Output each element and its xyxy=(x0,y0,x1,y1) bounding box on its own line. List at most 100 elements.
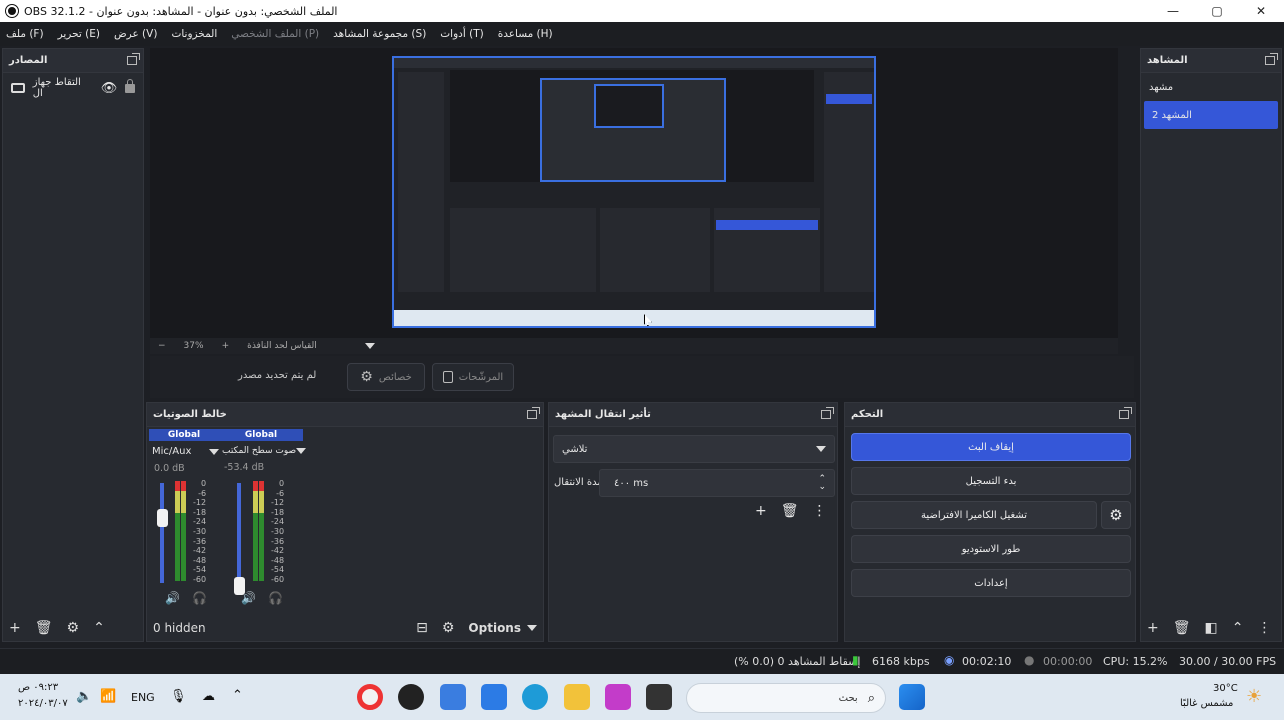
clock-date[interactable]: ٢٠٢٤/٠٣/٠٧ xyxy=(18,698,68,709)
clock-time[interactable]: ٠٩:٢٣ ص xyxy=(18,682,58,693)
spinner-icon[interactable]: ⌃ ⌄ xyxy=(818,475,826,492)
chevron-up-icon[interactable]: ⌃ xyxy=(232,688,243,703)
channel-name[interactable]: Mic/Aux xyxy=(149,446,219,457)
channel-name[interactable]: صوت سطح المكتب xyxy=(219,446,307,456)
eye-icon[interactable]: 👁 xyxy=(101,81,118,96)
nested-sources xyxy=(398,72,444,292)
volume-icon[interactable]: 🔈 xyxy=(76,689,92,704)
source-label: التقاط جهاز ال xyxy=(32,77,81,99)
terminal-icon[interactable] xyxy=(646,684,672,710)
trash-icon[interactable]: 🗑 xyxy=(1173,620,1191,636)
chevron-down-icon[interactable] xyxy=(296,448,307,454)
microphone-icon[interactable]: 🎙 xyxy=(170,689,187,704)
store-icon[interactable] xyxy=(481,684,507,710)
undock-icon[interactable] xyxy=(127,53,140,65)
preview-canvas[interactable] xyxy=(392,56,876,328)
undock-icon[interactable] xyxy=(821,407,834,419)
speaker-icon[interactable]: 🔊 xyxy=(165,591,180,605)
chrome-icon[interactable] xyxy=(357,684,383,710)
volume-slider[interactable] xyxy=(160,483,164,583)
studio-mode-button[interactable]: طور الاستوديو xyxy=(851,535,1131,563)
obs-icon[interactable] xyxy=(398,684,424,710)
close-button[interactable]: ✕ xyxy=(1239,0,1283,22)
menu-help[interactable]: مساعدة (H) xyxy=(498,28,553,40)
scale-dropdown-icon[interactable] xyxy=(364,343,375,349)
maximize-button[interactable]: ▢ xyxy=(1195,0,1239,22)
scenes-title: المشاهد xyxy=(1147,55,1188,66)
options-button[interactable]: Options xyxy=(468,621,537,635)
lock-icon[interactable] xyxy=(125,78,135,93)
add-transition-icon[interactable]: + xyxy=(755,503,767,519)
trash-icon[interactable]: 🗑 xyxy=(781,503,799,519)
edge-icon[interactable] xyxy=(522,684,548,710)
undock-icon[interactable] xyxy=(1265,53,1278,65)
virtual-camera-settings-icon[interactable]: ⚙ xyxy=(1101,501,1131,529)
scene-item-active[interactable]: المشهد 2 xyxy=(1144,101,1278,129)
start-recording-button[interactable]: بدء التسجيل xyxy=(851,467,1131,495)
wifi-icon[interactable]: 📶 xyxy=(100,689,116,704)
outlook-icon[interactable] xyxy=(440,684,466,710)
weather-temp[interactable]: 30°C xyxy=(1213,683,1238,694)
weather-desc[interactable]: مشمس غالبًا xyxy=(1180,698,1233,709)
zoom-out-icon[interactable]: − xyxy=(158,341,166,351)
more-options-icon[interactable]: ⋮ xyxy=(813,503,827,519)
language-indicator[interactable]: ENG xyxy=(131,691,155,704)
windows-start-icon[interactable] xyxy=(899,684,925,710)
menu-profile[interactable]: الملف الشخصي (P) xyxy=(231,28,319,40)
scene-item[interactable]: مشهد xyxy=(1141,73,1281,101)
scenes-header: المشاهد xyxy=(1141,49,1281,73)
stream-icon: ◉ xyxy=(944,653,955,667)
minimize-button[interactable]: — xyxy=(1151,0,1195,22)
gear-icon[interactable]: ⚙ xyxy=(67,620,80,636)
channel-db: -53.4 dB xyxy=(224,462,265,473)
duration-input[interactable]: ٤٠٠ ms ⌃ ⌄ xyxy=(599,469,835,497)
source-item[interactable]: التقاط جهاز ال 👁 xyxy=(3,73,143,103)
undock-icon[interactable] xyxy=(1119,407,1132,419)
mixer-settings-icon[interactable]: ⚙ xyxy=(442,620,455,636)
menu-edit[interactable]: تحرير (E) xyxy=(58,28,100,40)
volume-slider[interactable] xyxy=(237,483,241,583)
taskbar: ٠٩:٢٣ ص ٢٠٢٤/٠٣/٠٧ 🔈 📶 ENG 🎙 ☁ ⌃ بحث ⌕ 3… xyxy=(0,674,1284,720)
properties-button[interactable]: ⚙ خصائص xyxy=(347,363,425,391)
volume-knob[interactable] xyxy=(157,509,168,527)
copilot-icon[interactable] xyxy=(605,684,631,710)
menu-view[interactable]: عرض (V) xyxy=(114,28,157,40)
menu-file[interactable]: ملف (F) xyxy=(6,28,44,40)
nested-stop-button xyxy=(716,220,818,230)
nested-taskbar xyxy=(394,310,874,326)
add-source-icon[interactable]: + xyxy=(9,620,21,636)
zoom-in-icon[interactable]: + xyxy=(222,341,230,351)
search-box[interactable]: بحث ⌕ xyxy=(686,683,886,713)
layout-icon[interactable]: ⊟ xyxy=(416,620,428,636)
transition-value: تلاشي xyxy=(562,443,588,455)
weather-sun-icon[interactable]: ☀ xyxy=(1246,686,1262,707)
cloud-icon[interactable]: ☁ xyxy=(202,689,215,704)
chevron-down-icon[interactable] xyxy=(209,448,219,455)
more-options-icon[interactable]: ⋮ xyxy=(1257,620,1271,636)
nested-scenes xyxy=(824,72,874,292)
search-placeholder: بحث xyxy=(838,692,858,704)
headphones-icon[interactable]: 🎧 xyxy=(268,591,283,605)
settings-button[interactable]: إعدادات xyxy=(851,569,1131,597)
trash-icon[interactable]: 🗑 xyxy=(35,620,53,636)
menu-docks[interactable]: المخزونات xyxy=(171,28,217,40)
filters-button[interactable]: المرشّحات xyxy=(432,363,514,391)
scene-filter-icon[interactable]: ◧ xyxy=(1205,620,1218,636)
channel-name-label: صوت سطح المكتب xyxy=(222,446,297,456)
file-explorer-icon[interactable] xyxy=(564,684,590,710)
menu-bar: ملف (F) تحرير (E) عرض (V) المخزونات المل… xyxy=(0,22,1284,46)
stop-streaming-button[interactable]: إيقاف البث xyxy=(851,433,1131,461)
transition-select[interactable]: تلاشي xyxy=(553,435,835,463)
virtual-camera-button[interactable]: تشغيل الكاميرا الافتراضية xyxy=(851,501,1097,529)
chevron-up-icon[interactable]: ⌃ xyxy=(93,620,105,636)
add-scene-icon[interactable]: + xyxy=(1147,620,1159,636)
headphones-icon[interactable]: 🎧 xyxy=(192,591,207,605)
chevron-up-icon[interactable]: ⌃ xyxy=(1232,620,1244,636)
speaker-icon[interactable]: 🔊 xyxy=(241,591,256,605)
stream-time: 00:02:10 xyxy=(962,655,1012,668)
menu-scene-collection[interactable]: مجموعة المشاهد (S) xyxy=(333,28,426,40)
menu-tools[interactable]: أدوات (T) xyxy=(440,28,483,40)
channel-tag: Global xyxy=(219,429,303,441)
signal-icon: ▮ xyxy=(852,653,859,667)
undock-icon[interactable] xyxy=(527,407,540,419)
